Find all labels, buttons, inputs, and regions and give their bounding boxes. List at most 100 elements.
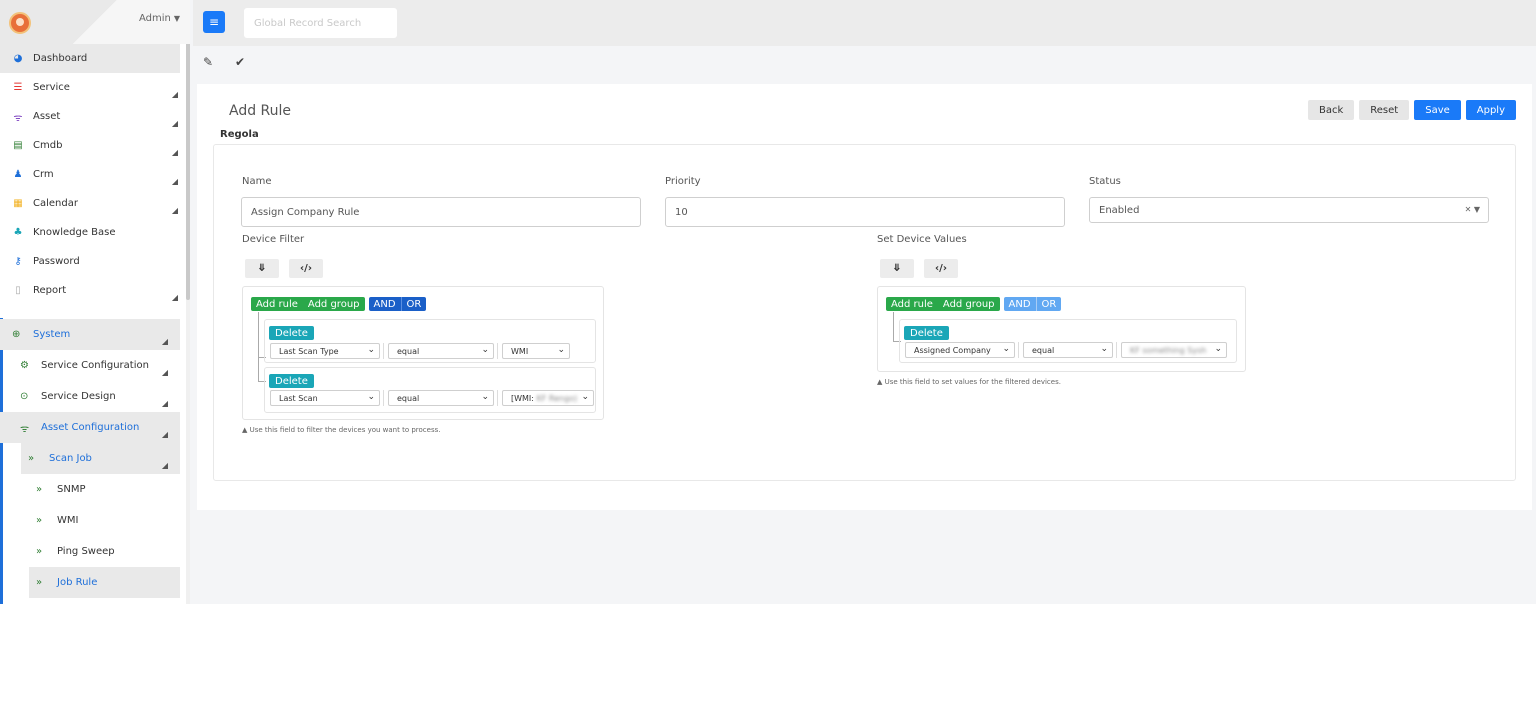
expand-icon: ◢: [161, 368, 168, 377]
apply-button[interactable]: Apply: [1465, 100, 1516, 120]
priority-field[interactable]: 10: [665, 197, 1065, 227]
add-group-button[interactable]: Add group: [938, 297, 1000, 311]
user-menu[interactable]: Admin ▼: [139, 13, 180, 24]
code-view-button[interactable]: ‹/›: [289, 259, 323, 278]
caret-down-icon: ▼: [173, 14, 180, 23]
double-chevron-right-icon: »: [36, 484, 43, 495]
global-search-input[interactable]: [244, 8, 397, 38]
expand-icon: ◢: [161, 337, 168, 346]
sidebar-item-system[interactable]: ⊕ System ◢: [0, 319, 180, 350]
avatar[interactable]: [9, 12, 31, 34]
sidebar-item-label: Report: [33, 285, 67, 296]
sidebar-item-label: Calendar: [33, 198, 78, 209]
sidebar-divider: [0, 305, 190, 319]
name-field[interactable]: Assign Company Rule: [241, 197, 641, 227]
rule-value-select[interactable]: [WMI: KF Rengo) ⌄: [502, 390, 594, 406]
rule-operator-select[interactable]: equal ⌄: [1023, 342, 1113, 358]
page-subtitle: Regola: [220, 129, 259, 140]
condition-toggle: AND OR: [368, 297, 427, 311]
rule-value-select[interactable]: WMI ⌄: [502, 343, 570, 359]
edit-icon[interactable]: ✎: [203, 55, 213, 69]
check-all-button[interactable]: ⤋: [245, 259, 279, 278]
sidebar-item-service-configuration[interactable]: ⚙ Service Configuration ◢: [0, 350, 180, 381]
sidebar-item-calendar[interactable]: ▦ Calendar ◢: [0, 189, 190, 218]
sidebar-item-wmi[interactable]: » WMI: [29, 505, 190, 536]
and-button[interactable]: AND: [369, 297, 401, 311]
delete-rule-button[interactable]: Delete: [269, 326, 314, 340]
sidebar-item-service[interactable]: ☰ Service ◢: [0, 73, 190, 102]
code-view-button[interactable]: ‹/›: [924, 259, 958, 278]
rule-operator-value: equal: [397, 346, 420, 356]
sidebar-item-label: Asset: [33, 111, 61, 122]
sidebar-item-ping-sweep[interactable]: » Ping Sweep: [29, 536, 190, 567]
reset-button[interactable]: Reset: [1359, 100, 1410, 120]
rule-operator-select[interactable]: equal ⌄: [388, 343, 494, 359]
add-group-button[interactable]: Add group: [303, 297, 365, 311]
status-label: Status: [1089, 176, 1121, 187]
sidebar-item-crm[interactable]: ♟ Crm ◢: [0, 160, 190, 189]
expand-icon: ◢: [171, 293, 178, 302]
sidebar-item-password[interactable]: ⚷ Password: [0, 247, 190, 276]
condition-toggle: AND OR: [1003, 297, 1062, 311]
target-icon: ⊙: [20, 391, 29, 402]
status-select[interactable]: Enabled ✕ ▼: [1089, 197, 1489, 223]
sidebar-item-label: Dashboard: [33, 53, 88, 64]
double-check-icon: ⤋: [257, 263, 267, 274]
clear-and-caret-icon[interactable]: ✕ ▼: [1465, 205, 1480, 214]
rule-operator-select[interactable]: equal ⌄: [388, 390, 494, 406]
rule-field-select[interactable]: Assigned Company ⌄: [905, 342, 1015, 358]
hamburger-icon: ≡: [208, 15, 220, 29]
and-button[interactable]: AND: [1004, 297, 1036, 311]
calendar-icon: ▦: [13, 198, 23, 209]
rule-value-select[interactable]: KF something Sysh ⌄: [1121, 342, 1227, 358]
chevron-down-icon: ⌄: [481, 345, 489, 355]
save-button[interactable]: Save: [1414, 100, 1461, 120]
rule-field-select[interactable]: Last Scan ⌄: [270, 390, 380, 406]
divider: [383, 343, 384, 359]
status-value: Enabled: [1099, 204, 1140, 216]
back-button[interactable]: Back: [1308, 100, 1355, 120]
sidebar-item-label: Scan Job: [49, 453, 92, 464]
delete-rule-button[interactable]: Delete: [904, 326, 949, 340]
sidebar-item-label: Knowledge Base: [33, 227, 116, 238]
double-check-icon: ⤋: [892, 263, 902, 274]
sidebar-item-asset[interactable]: ᯤ Asset ◢: [0, 102, 190, 131]
sidebar-item-snmp[interactable]: » SNMP: [29, 474, 190, 505]
priority-value: 10: [675, 206, 688, 218]
cogs-icon: ⚙: [20, 360, 29, 371]
redacted-text: KF something Sysh: [1130, 345, 1207, 355]
divider: [1116, 342, 1117, 358]
file-icon: ▯: [15, 285, 21, 296]
sidebar-item-label: Crm: [33, 169, 54, 180]
or-button[interactable]: OR: [400, 297, 427, 311]
sidebar-item-dashboard[interactable]: ◕ Dashboard: [0, 44, 180, 73]
sidebar-item-scan-job[interactable]: » Scan Job ◢: [21, 443, 180, 474]
rule-field-select[interactable]: Last Scan Type ⌄: [270, 343, 380, 359]
sidebar-item-asset-configuration[interactable]: ᯤ Asset Configuration ◢: [0, 412, 180, 443]
values-hint: ▲ Use this field to set values for the f…: [877, 378, 1061, 386]
divider: [497, 343, 498, 359]
sidebar-item-job-rule[interactable]: » Job Rule: [29, 567, 180, 598]
warning-icon: ▲: [242, 426, 250, 434]
delete-rule-button[interactable]: Delete: [269, 374, 314, 388]
sidebar-item-cmdb[interactable]: ▤ Cmdb ◢: [0, 131, 190, 160]
double-chevron-right-icon: »: [36, 515, 43, 526]
add-rule-button[interactable]: Add rule: [251, 297, 303, 311]
wifi-icon: ᯤ: [13, 112, 23, 124]
device-filter-builder: Add rule Add group AND OR Delete Last Sc…: [242, 286, 604, 420]
sidebar-item-knowledge-base[interactable]: ♣ Knowledge Base: [0, 218, 190, 247]
check-all-button[interactable]: ⤋: [880, 259, 914, 278]
chevron-down-icon[interactable]: ✔: [235, 55, 245, 69]
add-controls: Add rule Add group: [251, 297, 365, 311]
sidebar-item-label: Ping Sweep: [57, 546, 115, 557]
name-label: Name: [242, 176, 272, 187]
expand-icon: ◢: [171, 90, 178, 99]
values-hint-text: Use this field to set values for the fil…: [884, 378, 1061, 386]
add-rule-button[interactable]: Add rule: [886, 297, 938, 311]
dashboard-icon: ◕: [13, 53, 23, 64]
menu-toggle-button[interactable]: ≡: [203, 11, 225, 33]
or-button[interactable]: OR: [1035, 297, 1062, 311]
sidebar-item-report[interactable]: ▯ Report ◢: [0, 276, 190, 305]
rule-field-value: Assigned Company: [914, 345, 991, 355]
sidebar-item-service-design[interactable]: ⊙ Service Design ◢: [0, 381, 180, 412]
